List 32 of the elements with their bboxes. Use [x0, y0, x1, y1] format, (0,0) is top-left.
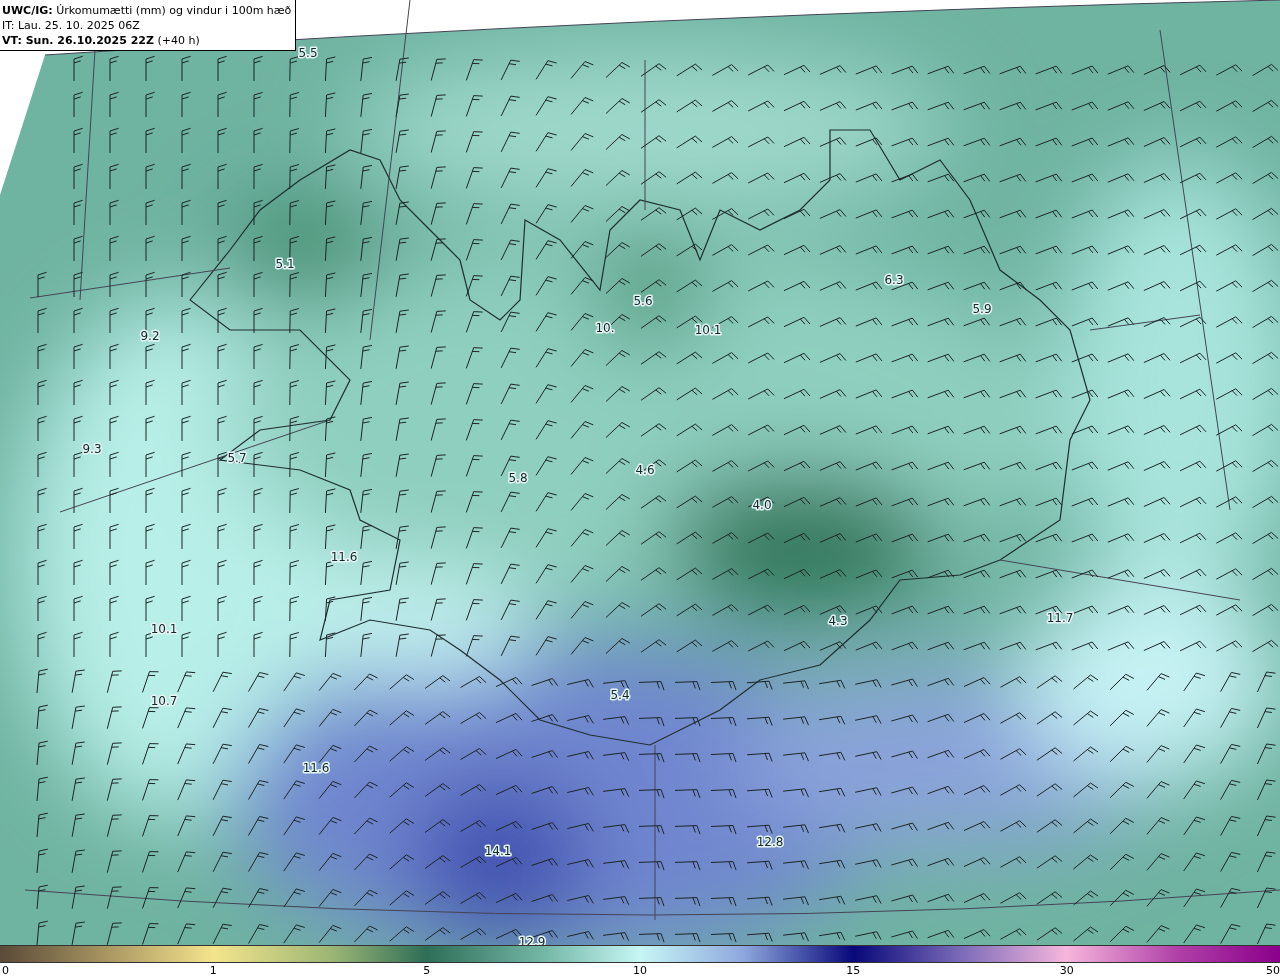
scale-tick-label: 30 — [1059, 964, 1074, 977]
precipitation-value: 9.2 — [140, 329, 160, 343]
precipitation-value: 11.6 — [302, 761, 330, 775]
precipitation-value: 5.1 — [275, 257, 295, 271]
precipitation-value: 14.1 — [484, 844, 512, 858]
precipitation-value: 5.7 — [227, 451, 247, 465]
precipitation-value: 5.6 — [633, 294, 653, 308]
precipitation-value: 4.3 — [828, 614, 848, 628]
scale-tick-label: 5 — [423, 964, 431, 977]
scale-tick-label: 50 — [1266, 964, 1280, 977]
precipitation-value: 11.7 — [1046, 611, 1074, 625]
precipitation-value: 4.6 — [635, 463, 655, 477]
precipitation-value: 5.8 — [508, 471, 528, 485]
precipitation-value: 5.9 — [972, 302, 992, 316]
precipitation-value: 11.6 — [330, 550, 358, 564]
precipitation-value: 10.7 — [150, 694, 178, 708]
precipitation-value: 10. — [595, 321, 615, 335]
precipitation-value: 10.1 — [694, 323, 722, 337]
valid-time: VT: Sun. 26.10.2025 22Z (+40 h) — [2, 33, 201, 48]
map-title: UWC/IG: Úrkomumætti (mm) og vindur i 100m hæð — [2, 3, 292, 18]
scale-tick-label: 10 — [633, 964, 647, 977]
scale-tick-label: 0 — [2, 964, 9, 977]
precipitation-value: 4.0 — [752, 498, 772, 512]
precipitation-value: 5.4 — [610, 688, 630, 702]
precipitation-value: 10.1 — [150, 622, 178, 636]
precipitation-value: 5.5 — [298, 46, 318, 60]
precipitation-value: 9.3 — [82, 442, 102, 456]
precipitation-value: 12.8 — [756, 835, 784, 849]
scale-tick-label: 1 — [209, 964, 217, 977]
issued-time: IT: Lau. 25. 10. 2025 06Z — [2, 18, 141, 33]
precipitation-value: 6.3 — [884, 273, 904, 287]
scale-tick-label: 15 — [846, 964, 861, 977]
